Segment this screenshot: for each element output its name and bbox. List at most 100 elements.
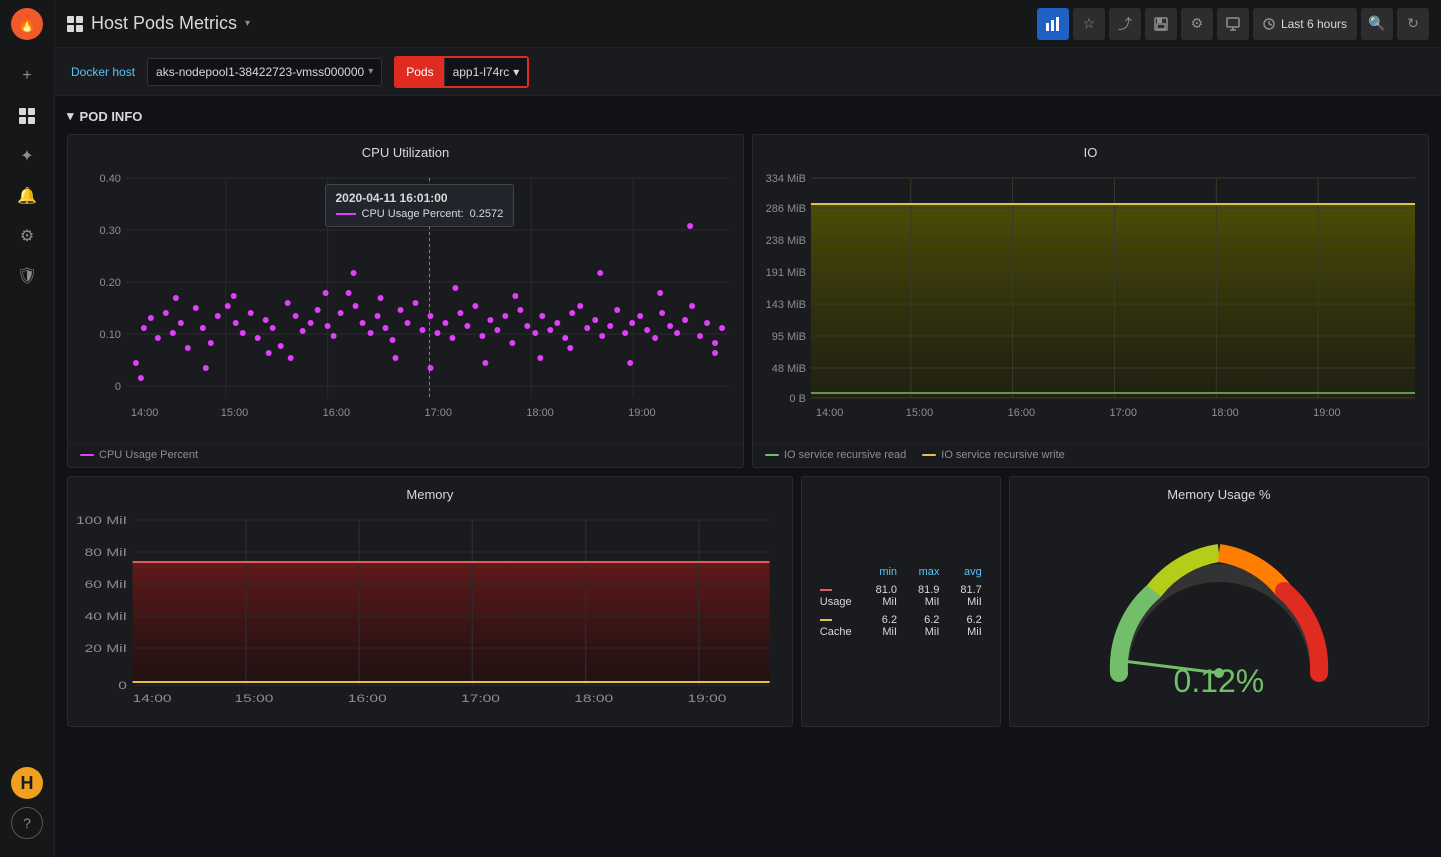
save-button[interactable] [1145,8,1177,40]
title-caret[interactable]: ▾ [245,18,250,29]
memory-gauge-title: Memory Usage % [1010,477,1428,506]
time-range-selector[interactable]: Last 6 hours [1253,8,1357,40]
sidebar-item-shield[interactable]: 🛡 [9,258,45,294]
io-write-legend-color [922,454,936,456]
share-button[interactable]: ⤴ [1109,8,1141,40]
svg-text:191 MiB: 191 MiB [766,267,806,279]
svg-text:0 B: 0 B [789,393,805,405]
sidebar-item-bell[interactable]: 🔔 [9,178,45,214]
svg-text:143 MiB: 143 MiB [766,299,806,311]
pod-info-label: POD INFO [80,109,143,124]
charts-bottom-row: Memory [67,476,1429,727]
table-row: Cache 6.2 MiI 6.2 MiI 6.2 MiI [812,612,990,640]
svg-text:19:00: 19:00 [688,692,727,704]
cache-avg: 6.2 MiI [949,612,989,640]
memory-stats-panel: min max avg Usage 81.0 Mi [801,476,1001,727]
svg-text:17:00: 17:00 [424,407,451,419]
sidebar-item-compass[interactable]: ✦ [9,138,45,174]
table-row: Usage 81.0 MiI 81.9 MiI 81.7 MiI [812,582,990,610]
svg-text:18:00: 18:00 [1211,407,1238,419]
svg-text:14:00: 14:00 [816,407,843,419]
sidebar-item-user[interactable]: H [11,767,43,799]
svg-text:48 MiB: 48 MiB [772,363,806,375]
usage-label: Usage [812,582,863,610]
svg-text:20 MiI: 20 MiI [85,642,127,654]
sidebar-item-grid[interactable] [9,98,45,134]
collapse-icon: ▾ [67,108,74,124]
cache-max: 6.2 MiI [907,612,947,640]
svg-text:238 MiB: 238 MiB [766,235,806,247]
gauge-container: 0.12% [1010,506,1428,726]
col-min: min [865,564,905,580]
svg-text:16:00: 16:00 [1008,407,1035,419]
cpu-legend-color [80,454,94,456]
svg-text:0.10: 0.10 [100,329,121,341]
svg-text:60 MiI: 60 MiI [85,578,127,590]
monitor-button[interactable] [1217,8,1249,40]
svg-text:0.30: 0.30 [100,225,121,237]
svg-text:14:00: 14:00 [131,407,158,419]
svg-text:100 MiI: 100 MiI [76,514,127,526]
io-read-legend-label: IO service recursive read [784,449,906,461]
content-area: ▾ POD INFO CPU Utilization [55,96,1441,857]
grid-icon [67,16,83,32]
search-button[interactable]: 🔍 [1361,8,1393,40]
io-write-legend-item: IO service recursive write [922,449,1064,461]
svg-text:19:00: 19:00 [628,407,655,419]
app-logo[interactable]: 🔥 [11,8,43,40]
docker-host-value: aks-nodepool1-38422723-vmss000000 [156,65,364,79]
pod-info-section-header[interactable]: ▾ POD INFO [67,108,1429,124]
cpu-chart-container: 0.40 0.30 0.20 0.10 0 14:00 15:00 16:00 … [68,164,743,444]
svg-text:15:00: 15:00 [221,407,248,419]
svg-text:80 MiI: 80 MiI [85,546,127,558]
io-chart-title: IO [753,135,1428,164]
usage-avg: 81.7 MiI [949,582,989,610]
topbar-title: Host Pods Metrics ▾ [67,13,1029,34]
page-title: Host Pods Metrics [91,13,237,34]
io-chart-container: 334 MiB 286 MiB 238 MiB 191 MiB 143 MiB … [753,164,1428,444]
cache-min: 6.2 MiI [865,612,905,640]
memory-chart-title: Memory [68,477,792,506]
svg-text:16:00: 16:00 [323,407,350,419]
pods-dropdown[interactable]: app1-l74rc ▾ [444,58,528,86]
svg-text:286 MiB: 286 MiB [766,203,806,215]
pods-dropdown-caret: ▾ [513,65,519,79]
star-button[interactable]: ☆ [1073,8,1105,40]
cpu-legend-item: CPU Usage Percent [80,449,198,461]
io-read-legend-item: IO service recursive read [765,449,906,461]
pods-selector: Pods app1-l74rc ▾ [394,56,529,88]
main-content: Host Pods Metrics ▾ ☆ ⤴ ⚙ Last 6 hours 🔍… [55,0,1441,857]
cache-label: Cache [812,612,863,640]
usage-min: 81.0 MiI [865,582,905,610]
sidebar-item-plus[interactable]: + [9,58,45,94]
svg-text:0: 0 [118,679,127,691]
memory-chart-container: 100 MiI 80 MiI 60 MiI 40 MiI 20 MiI 0 14… [68,506,792,726]
io-chart-panel: IO [752,134,1429,468]
chart-button[interactable] [1037,8,1069,40]
sidebar-item-help[interactable]: ? [11,807,43,839]
refresh-button[interactable]: ↻ [1397,8,1429,40]
svg-text:15:00: 15:00 [906,407,933,419]
svg-text:14:00: 14:00 [133,692,172,704]
docker-host-caret: ▾ [368,66,373,77]
sidebar: 🔥 + ✦ 🔔 ⚙ 🛡 H ? [0,0,55,857]
svg-text:0.20: 0.20 [100,277,121,289]
svg-text:19:00: 19:00 [1313,407,1340,419]
svg-text:15:00: 15:00 [235,692,274,704]
time-range-label: Last 6 hours [1281,17,1347,31]
docker-host-selector[interactable]: aks-nodepool1-38422723-vmss000000 ▾ [147,58,382,86]
topbar: Host Pods Metrics ▾ ☆ ⤴ ⚙ Last 6 hours 🔍… [55,0,1441,48]
memory-section: Memory [67,476,1001,727]
svg-text:18:00: 18:00 [574,692,613,704]
cpu-chart-svg: 0.40 0.30 0.20 0.10 0 14:00 15:00 16:00 … [76,168,735,428]
memory-chart-svg: 100 MiI 80 MiI 60 MiI 40 MiI 20 MiI 0 14… [76,510,784,710]
svg-text:95 MiB: 95 MiB [772,331,806,343]
sidebar-item-gear[interactable]: ⚙ [9,218,45,254]
svg-text:17:00: 17:00 [1109,407,1136,419]
pods-tab[interactable]: Pods [396,58,443,86]
col-avg: avg [949,564,989,580]
settings-button[interactable]: ⚙ [1181,8,1213,40]
filterbar: Docker host aks-nodepool1-38422723-vmss0… [55,48,1441,96]
svg-text:0: 0 [115,381,121,393]
usage-max: 81.9 MiI [907,582,947,610]
